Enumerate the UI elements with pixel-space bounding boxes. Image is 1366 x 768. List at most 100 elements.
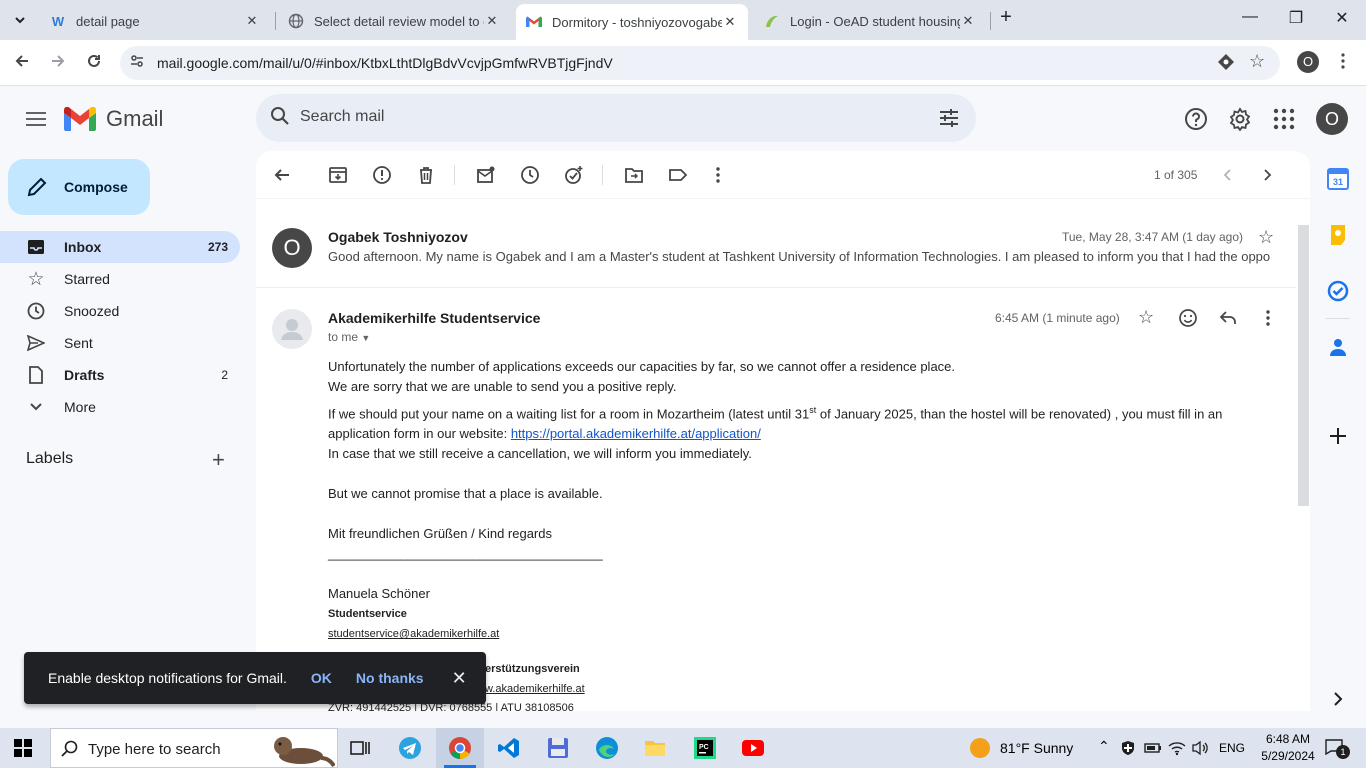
- scrollbar-thumb[interactable]: [1298, 225, 1309, 506]
- application-link[interactable]: https://portal.akademikerhilfe.at/applic…: [511, 426, 761, 441]
- tab-dormitory-gmail[interactable]: Dormitory - toshniyozovogabek ✕: [516, 4, 748, 40]
- delete-icon[interactable]: [416, 165, 436, 185]
- task-view-icon[interactable]: [348, 736, 372, 760]
- edge-icon[interactable]: [595, 736, 619, 760]
- more-vert-icon[interactable]: [1258, 308, 1278, 328]
- taskbar-search[interactable]: Type here to search: [50, 728, 338, 768]
- sidebar-item-more[interactable]: More: [0, 391, 240, 423]
- bookmark-star-icon[interactable]: ☆: [1249, 51, 1265, 72]
- settings-gear-icon[interactable]: [1228, 107, 1252, 131]
- show-side-panel-icon[interactable]: [1330, 690, 1346, 708]
- sidebar-item-drafts[interactable]: Drafts 2: [0, 359, 240, 391]
- omnibox[interactable]: mail.google.com/mail/u/0/#inbox/KtbxLtht…: [120, 46, 1280, 80]
- chevron-left-icon[interactable]: [1220, 167, 1236, 183]
- sidebar-item-starred[interactable]: ☆ Starred: [0, 263, 240, 295]
- telegram-icon[interactable]: [398, 736, 422, 760]
- chrome-taskbar-active[interactable]: [436, 728, 484, 768]
- site-settings-icon[interactable]: [129, 53, 145, 74]
- reload-button[interactable]: [81, 50, 107, 76]
- sidebar-item-inbox[interactable]: Inbox 273: [0, 231, 240, 263]
- forward-button[interactable]: [45, 50, 71, 76]
- wifi-icon[interactable]: [1168, 740, 1186, 756]
- mark-unread-icon[interactable]: [476, 165, 496, 185]
- add-task-icon[interactable]: [564, 165, 584, 185]
- tasks-icon[interactable]: [1327, 280, 1349, 302]
- add-label-button[interactable]: +: [212, 449, 225, 471]
- star-icon[interactable]: ☆: [1138, 307, 1154, 328]
- close-icon[interactable]: ✕: [960, 13, 976, 29]
- tab-oead-login[interactable]: Login - OeAD student housing ✕: [754, 6, 986, 36]
- chevron-right-icon[interactable]: [1259, 167, 1275, 183]
- close-icon[interactable]: ✕: [244, 13, 260, 29]
- archive-icon[interactable]: [328, 165, 348, 185]
- notification-snackbar: Enable desktop notifications for Gmail. …: [24, 652, 486, 704]
- snackbar-ok-button[interactable]: OK: [311, 670, 332, 686]
- compose-button[interactable]: Compose: [8, 159, 150, 215]
- star-icon[interactable]: ☆: [1258, 227, 1274, 248]
- minimize-button[interactable]: —: [1238, 8, 1262, 26]
- language-indicator[interactable]: ENG: [1219, 741, 1245, 755]
- tab-detail-page[interactable]: W detail page ✕: [40, 6, 270, 36]
- save-floppy-icon[interactable]: [546, 736, 570, 760]
- close-icon[interactable]: ✕: [722, 14, 738, 30]
- move-to-icon[interactable]: [624, 165, 644, 185]
- help-icon[interactable]: [1184, 107, 1208, 131]
- tab-search-button[interactable]: [8, 8, 32, 32]
- gmail-logo[interactable]: Gmail: [64, 106, 163, 132]
- search-bar[interactable]: Search mail: [256, 94, 976, 142]
- default-avatar-icon[interactable]: [272, 309, 312, 349]
- signature-email[interactable]: studentservice@akademikerhilfe.at: [328, 624, 1268, 644]
- snackbar-no-thanks-button[interactable]: No thanks: [356, 670, 424, 686]
- notification-center-icon[interactable]: 1: [1325, 739, 1350, 759]
- main-menu-button[interactable]: [24, 108, 48, 132]
- account-avatar[interactable]: O: [1316, 103, 1348, 135]
- clock-date[interactable]: 5/29/2024: [1254, 749, 1322, 763]
- lens-icon[interactable]: [1217, 53, 1235, 76]
- volume-icon[interactable]: [1191, 740, 1209, 756]
- calendar-icon[interactable]: 31: [1327, 168, 1349, 190]
- search-options-icon[interactable]: [938, 107, 960, 129]
- new-tab-button[interactable]: +: [994, 6, 1018, 29]
- get-addons-icon[interactable]: [1327, 425, 1349, 447]
- caret-down-icon[interactable]: ▼: [361, 333, 370, 343]
- close-icon[interactable]: ✕: [452, 668, 467, 689]
- youtube-icon[interactable]: [741, 736, 765, 760]
- label-icon[interactable]: [668, 165, 688, 185]
- defender-shield-icon[interactable]: [1120, 740, 1136, 756]
- file-explorer-icon[interactable]: [643, 736, 667, 760]
- draft-icon: [26, 365, 46, 385]
- browser-profile-avatar[interactable]: O: [1297, 51, 1319, 73]
- google-apps-icon[interactable]: [1272, 107, 1296, 131]
- vscode-icon[interactable]: [497, 736, 521, 760]
- sidebar-item-snoozed[interactable]: Snoozed: [0, 295, 240, 327]
- message-collapsed[interactable]: O Ogabek Toshniyozov Tue, May 28, 3:47 A…: [256, 201, 1296, 288]
- sender-avatar[interactable]: O: [272, 228, 312, 268]
- sidebar-item-sent[interactable]: Sent: [0, 327, 240, 359]
- weather-text[interactable]: 81°F Sunny: [1000, 740, 1073, 756]
- notification-count-badge: 1: [1336, 745, 1350, 759]
- back-button[interactable]: [9, 50, 35, 76]
- weather-sun-icon[interactable]: [970, 738, 990, 758]
- tab-select-detail[interactable]: Select detail review model to ch ✕: [278, 6, 510, 36]
- keep-icon[interactable]: [1327, 224, 1349, 246]
- recipient-details[interactable]: to me ▼: [328, 330, 370, 344]
- clock-time[interactable]: 6:48 AM: [1258, 732, 1318, 746]
- search-input[interactable]: Search mail: [300, 108, 384, 126]
- restore-button[interactable]: ❐: [1284, 8, 1308, 28]
- pycharm-icon[interactable]: PC: [693, 736, 717, 760]
- close-window-button[interactable]: ✕: [1330, 8, 1354, 28]
- contacts-icon[interactable]: [1327, 336, 1349, 358]
- battery-icon[interactable]: [1144, 741, 1162, 755]
- report-spam-icon[interactable]: [372, 165, 392, 185]
- browser-menu-button[interactable]: [1330, 50, 1356, 76]
- windows-start-icon[interactable]: [14, 739, 32, 757]
- close-icon[interactable]: ✕: [484, 13, 500, 29]
- reply-icon[interactable]: [1218, 308, 1238, 328]
- back-arrow-icon[interactable]: [272, 165, 292, 185]
- sender-name: Ogabek Toshniyozov: [328, 229, 468, 245]
- emoji-react-icon[interactable]: [1178, 308, 1198, 328]
- tray-chevron-up-icon[interactable]: ⌃: [1098, 738, 1110, 755]
- search-icon[interactable]: [270, 106, 290, 126]
- snooze-clock-icon[interactable]: [520, 165, 540, 185]
- more-vert-icon[interactable]: [708, 165, 728, 185]
